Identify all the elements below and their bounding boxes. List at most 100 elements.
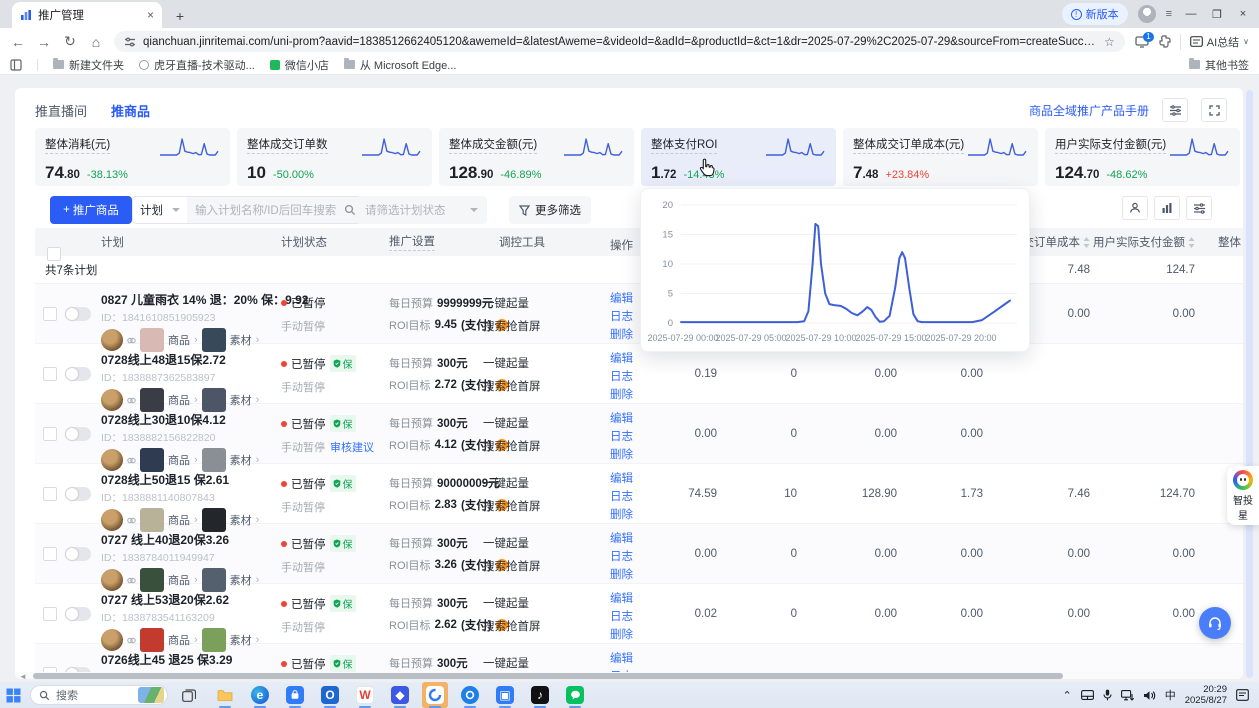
search-input[interactable]: 输入计划名称/ID后回车搜索: [187, 196, 365, 224]
log-link[interactable]: 日志: [610, 488, 645, 506]
scroll-left-arrow[interactable]: ◄: [19, 672, 27, 679]
row-toggle[interactable]: [65, 367, 91, 381]
taskbar-search[interactable]: 搜索: [30, 685, 168, 705]
taskbar-app-wps-office[interactable]: W: [352, 682, 378, 708]
plan-title[interactable]: 0727 线上40退20保3.26: [101, 531, 281, 548]
plan-title[interactable]: 0726线上45 退25 保3.29: [101, 651, 281, 668]
fullscreen-icon[interactable]: [1201, 98, 1227, 122]
edit-link[interactable]: 编辑: [610, 470, 645, 488]
log-link[interactable]: 日志: [610, 548, 645, 566]
extensions-icon[interactable]: [1158, 35, 1171, 48]
chart-board-icon[interactable]: [1154, 196, 1180, 220]
table-row[interactable]: 0727 线上40退20保3.26 ID：1838784011949947 商品…: [35, 524, 1243, 584]
stat-card[interactable]: 整体成交金额(元) 128.90 -46.89%: [439, 128, 634, 186]
row-toggle[interactable]: [65, 427, 91, 441]
plan-type-select[interactable]: 计划: [132, 196, 188, 224]
edit-link[interactable]: 编辑: [610, 650, 645, 668]
tab-close-icon[interactable]: ×: [147, 8, 154, 22]
row-checkbox[interactable]: [43, 307, 57, 321]
table-row[interactable]: 0827 儿童雨衣 14% 退：20% 保：9.92 ID：1841610851…: [35, 284, 1243, 344]
one-key-boost-link[interactable]: 一键起量: [483, 295, 602, 311]
row-checkbox[interactable]: [43, 367, 57, 381]
ime-indicator[interactable]: 中: [1165, 687, 1176, 703]
edit-link[interactable]: 编辑: [610, 530, 645, 548]
side-panel-icon[interactable]: [10, 59, 22, 71]
table-row[interactable]: 0728线上30退10保4.12 ID：1838882156822820 商品›…: [35, 404, 1243, 464]
taskbar-app-active-browser[interactable]: [422, 682, 448, 708]
vertical-scrollbar[interactable]: [1246, 90, 1253, 678]
plan-title[interactable]: 0728线上50退15 保2.61: [101, 471, 281, 488]
delete-link[interactable]: 删除: [610, 626, 645, 644]
stat-card[interactable]: 整体支付ROI 1.72 -14.43%: [641, 128, 836, 186]
other-bookmarks[interactable]: 其他书签: [1189, 57, 1249, 73]
search-screen-link[interactable]: 搜索抢首屏: [483, 618, 602, 634]
page-tab-inactive[interactable]: 推直播间: [35, 101, 87, 120]
column-settings-icon[interactable]: [1162, 98, 1188, 122]
back-icon[interactable]: ←: [10, 34, 26, 50]
audience-icon[interactable]: [1122, 196, 1148, 220]
row-toggle[interactable]: [65, 307, 91, 321]
search-screen-link[interactable]: 搜索抢首屏: [483, 318, 602, 334]
one-key-boost-link[interactable]: 一键起量: [483, 595, 602, 611]
taskbar-app-file-explorer[interactable]: [212, 682, 238, 708]
browser-menu-icon[interactable]: ≡: [1166, 8, 1173, 20]
row-toggle[interactable]: [65, 547, 91, 561]
bookmark-star-icon[interactable]: ☆: [1104, 35, 1115, 49]
plan-title[interactable]: 0727 线上53退20保2.62: [101, 591, 281, 608]
taskbar-app-edge-browser[interactable]: e: [247, 682, 273, 708]
more-filter-button[interactable]: 更多筛选: [509, 196, 591, 224]
taskbar-app-wecom[interactable]: [562, 682, 588, 708]
table-row[interactable]: 0728线上50退15 保2.61 ID：1838881140807843 商品…: [35, 464, 1243, 524]
search-screen-link[interactable]: 搜索抢首屏: [483, 438, 602, 454]
taskbar-app-blue-app-2[interactable]: ▣: [492, 682, 518, 708]
log-link[interactable]: 日志: [610, 608, 645, 626]
review-suggestion-link[interactable]: 审核建议: [330, 439, 374, 455]
tray-expand-icon[interactable]: ⌃: [1063, 689, 1072, 702]
microphone-icon[interactable]: [1103, 689, 1112, 701]
site-settings-icon[interactable]: [124, 36, 136, 48]
url-bar[interactable]: qianchuan.jinritemai.com/uni-prom?aavid=…: [114, 31, 1125, 52]
log-link[interactable]: 日志: [610, 368, 645, 386]
page-tab-active[interactable]: 推商品: [111, 101, 150, 120]
forward-icon[interactable]: →: [36, 34, 52, 50]
close-button[interactable]: ×: [1235, 8, 1251, 20]
delete-link[interactable]: 删除: [610, 446, 645, 464]
edit-link[interactable]: 编辑: [610, 350, 645, 368]
help-fab-button[interactable]: [1199, 607, 1231, 639]
row-toggle[interactable]: [65, 607, 91, 621]
search-screen-link[interactable]: 搜索抢首屏: [483, 378, 602, 394]
new-version-button[interactable]: ! 新版本: [1062, 3, 1128, 25]
search-screen-link[interactable]: 搜索抢首屏: [483, 558, 602, 574]
home-icon[interactable]: ⌂: [88, 34, 104, 50]
plan-status-select[interactable]: 请筛选计划状态: [356, 196, 487, 224]
delete-link[interactable]: 删除: [610, 566, 645, 584]
search-screen-link[interactable]: 搜索抢首屏: [483, 498, 602, 514]
edit-link[interactable]: 编辑: [610, 410, 645, 428]
taskbar-clock[interactable]: 20:29 2025/8/27: [1185, 684, 1227, 707]
bookmark-item[interactable]: 虎牙直播-技术驱动...: [139, 57, 255, 73]
bookmark-item[interactable]: 微信小店: [270, 57, 329, 73]
taskbar-app-microsoft-store[interactable]: [282, 682, 308, 708]
start-button-icon[interactable]: [6, 688, 21, 703]
maximize-button[interactable]: ❐: [1209, 8, 1225, 21]
ai-summary-button[interactable]: AI总结 ∨: [1180, 34, 1249, 50]
plan-title[interactable]: 0728线上48退15保2.72: [101, 351, 281, 368]
row-checkbox[interactable]: [43, 547, 57, 561]
horizontal-scrollbar[interactable]: ◄: [15, 672, 1243, 679]
manual-link[interactable]: 商品全域推广产品手册: [1029, 102, 1149, 119]
delete-link[interactable]: 删除: [610, 506, 645, 524]
taskbar-app-player-app[interactable]: [457, 682, 483, 708]
reload-icon[interactable]: ↻: [62, 33, 78, 50]
minimize-button[interactable]: —: [1183, 8, 1199, 20]
notification-center-icon[interactable]: [1236, 689, 1249, 701]
stat-card[interactable]: 整体消耗(元) 74.80 -38.13%: [35, 128, 230, 186]
one-key-boost-link[interactable]: 一键起量: [483, 415, 602, 431]
log-link[interactable]: 日志: [610, 428, 645, 446]
stat-card[interactable]: 整体成交订单数 10 -50.00%: [237, 128, 432, 186]
touchpad-icon[interactable]: [1081, 690, 1094, 700]
scrollbar-thumb[interactable]: [33, 673, 1063, 679]
network-icon[interactable]: [1121, 690, 1134, 701]
row-checkbox[interactable]: [43, 487, 57, 501]
cast-icon[interactable]: 1: [1135, 36, 1149, 48]
new-tab-button[interactable]: +: [170, 8, 190, 24]
